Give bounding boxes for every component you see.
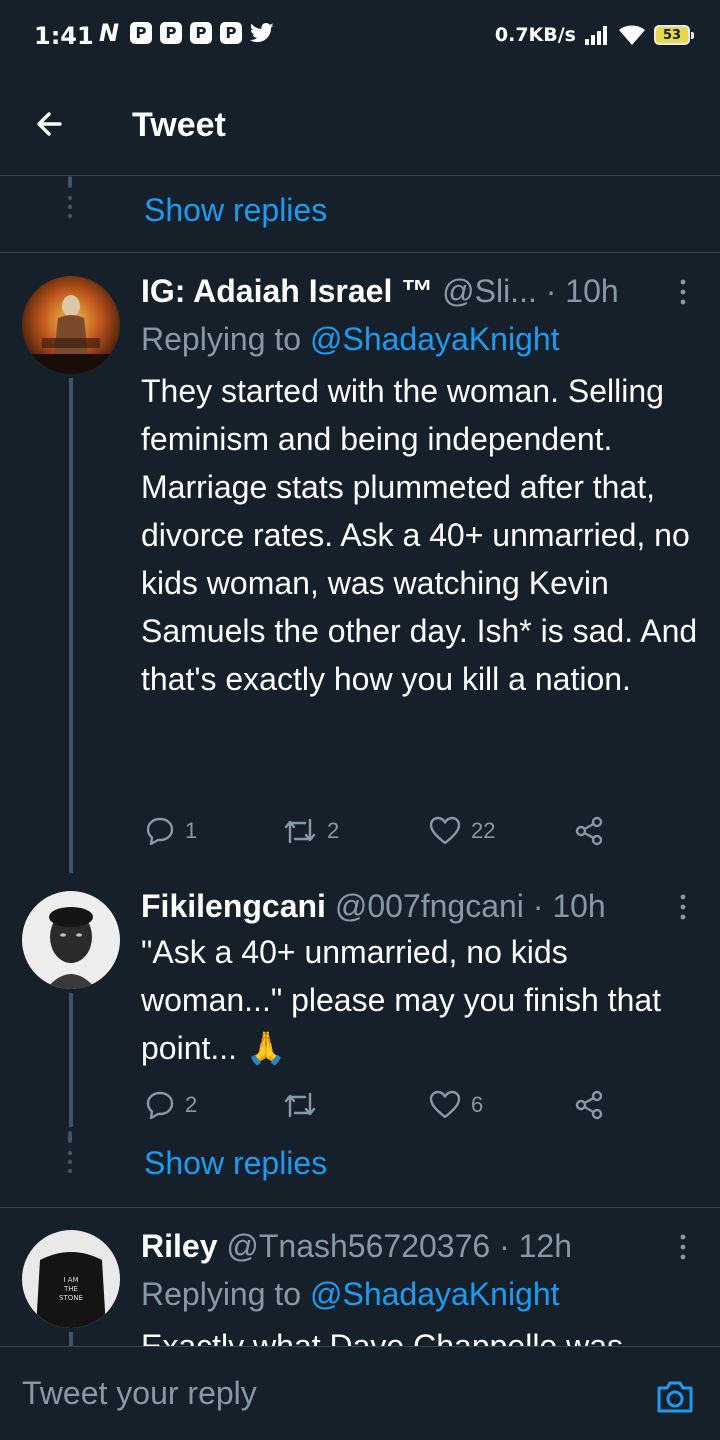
author-name[interactable]: Riley xyxy=(141,1228,217,1264)
retweet-button[interactable]: 2 xyxy=(283,813,339,849)
reply-button[interactable]: 1 xyxy=(145,813,197,849)
reply-icon xyxy=(146,1091,174,1120)
author-name[interactable]: IG: Adaiah Israel ™ xyxy=(141,273,433,309)
svg-text:THE: THE xyxy=(63,1285,78,1293)
author-handle[interactable]: @Sli... xyxy=(442,273,537,309)
signal-icon xyxy=(585,26,607,45)
replying-to-mention[interactable]: @ShadayaKnight xyxy=(310,321,560,357)
show-replies-link[interactable]: Show replies xyxy=(144,1145,327,1182)
avatar[interactable] xyxy=(22,891,120,989)
tweet-header: Fikilengcani @007fngcani · 10h xyxy=(141,886,701,926)
svg-text:I AM: I AM xyxy=(63,1276,78,1284)
thread-line xyxy=(69,1332,73,1346)
svg-text:STONE: STONE xyxy=(59,1294,83,1302)
twitter-bird-icon xyxy=(250,23,274,43)
notification-p-icon: P xyxy=(220,22,242,44)
share-button[interactable] xyxy=(573,1087,605,1123)
replying-to: Replying to @ShadayaKnight xyxy=(141,319,560,359)
tweet-time: · 10h xyxy=(532,888,606,924)
tweet-actions: 1 2 22 xyxy=(141,813,611,849)
retweet-icon xyxy=(284,818,316,844)
thread-line xyxy=(69,993,73,1127)
share-icon xyxy=(575,1090,603,1120)
thread-line xyxy=(69,378,73,873)
author-name[interactable]: Fikilengcani xyxy=(141,888,326,924)
author-handle[interactable]: @Tnash56720376 xyxy=(226,1228,490,1264)
reply-composer: Tweet your reply xyxy=(0,1346,720,1440)
tweet-time: · 12h xyxy=(499,1228,572,1264)
notification-p-icon: P xyxy=(160,22,182,44)
status-time: 1:41 xyxy=(34,22,94,50)
show-replies-row[interactable]: Show replies xyxy=(0,1131,720,1207)
system-indicators: 0.7KB/s 53 xyxy=(494,24,694,46)
reply-icon xyxy=(146,817,174,846)
tweet-item[interactable]: IG: Adaiah Israel ™ @Sli... · 10h Replyi… xyxy=(0,253,720,873)
thread-dots-icon xyxy=(67,176,73,219)
retweet-count: 2 xyxy=(327,818,340,843)
status-bar: 1:41 N P P P P 0.7KB/s 53 xyxy=(0,0,720,72)
tweet-actions: 2 6 xyxy=(141,1087,611,1123)
author-handle[interactable]: @007fngcani xyxy=(335,888,524,924)
replying-to-prefix: Replying to xyxy=(141,1276,310,1312)
back-arrow-icon[interactable] xyxy=(30,104,70,144)
page-title: Tweet xyxy=(132,106,226,144)
more-options-icon[interactable] xyxy=(676,892,690,922)
show-replies-row[interactable]: Show replies xyxy=(0,176,720,252)
tweet-header: Riley @Tnash56720376 · 12h xyxy=(141,1226,701,1266)
reply-count: 2 xyxy=(185,1092,198,1117)
notification-p-icon: P xyxy=(190,22,212,44)
network-speed: 0.7KB/s xyxy=(494,24,576,46)
replying-to: Replying to @ShadayaKnight xyxy=(141,1274,560,1314)
reply-button[interactable]: 2 xyxy=(145,1087,197,1123)
retweet-button[interactable] xyxy=(283,1087,327,1123)
wifi-icon xyxy=(619,25,645,45)
like-button[interactable]: 22 xyxy=(429,813,495,849)
tweet-header: IG: Adaiah Israel ™ @Sli... · 10h xyxy=(141,271,701,311)
avatar[interactable] xyxy=(22,276,120,374)
notification-n-icon: N xyxy=(98,19,120,47)
replying-to-prefix: Replying to xyxy=(141,321,310,357)
heart-icon xyxy=(429,816,461,845)
thread-dots-icon xyxy=(67,1131,73,1174)
reply-count: 1 xyxy=(185,818,198,843)
more-options-icon[interactable] xyxy=(676,277,690,307)
tweet-text: They started with the woman. Selling fem… xyxy=(141,373,698,697)
tweet-time: · 10h xyxy=(545,273,619,309)
share-icon xyxy=(575,816,603,846)
battery-icon: 53 xyxy=(654,25,694,45)
tweet-text: "Ask a 40+ unmarried, no kids woman..." … xyxy=(141,934,662,1066)
more-options-icon[interactable] xyxy=(676,1232,690,1262)
share-button[interactable] xyxy=(573,813,605,849)
show-replies-link[interactable]: Show replies xyxy=(144,192,327,229)
reply-input[interactable]: Tweet your reply xyxy=(22,1375,257,1412)
like-count: 22 xyxy=(471,818,496,843)
tweet-item[interactable]: Fikilengcani @007fngcani · 10h "Ask a 40… xyxy=(0,873,720,1131)
retweet-icon xyxy=(284,1092,316,1118)
heart-icon xyxy=(429,1090,461,1119)
top-app-bar: Tweet xyxy=(0,72,720,176)
like-count: 6 xyxy=(471,1092,484,1117)
notification-p-icon: P xyxy=(130,22,152,44)
tweet-text: Exactly what Dave Chappelle was xyxy=(141,1328,624,1346)
avatar[interactable]: I AM THE STONE xyxy=(22,1230,120,1328)
notification-icons: N P P P P xyxy=(96,19,274,47)
camera-icon[interactable] xyxy=(654,1375,696,1417)
replying-to-mention[interactable]: @ShadayaKnight xyxy=(310,1276,560,1312)
tweet-item[interactable]: I AM THE STONE Riley @Tnash56720376 · 12… xyxy=(0,1208,720,1346)
like-button[interactable]: 6 xyxy=(429,1087,483,1123)
